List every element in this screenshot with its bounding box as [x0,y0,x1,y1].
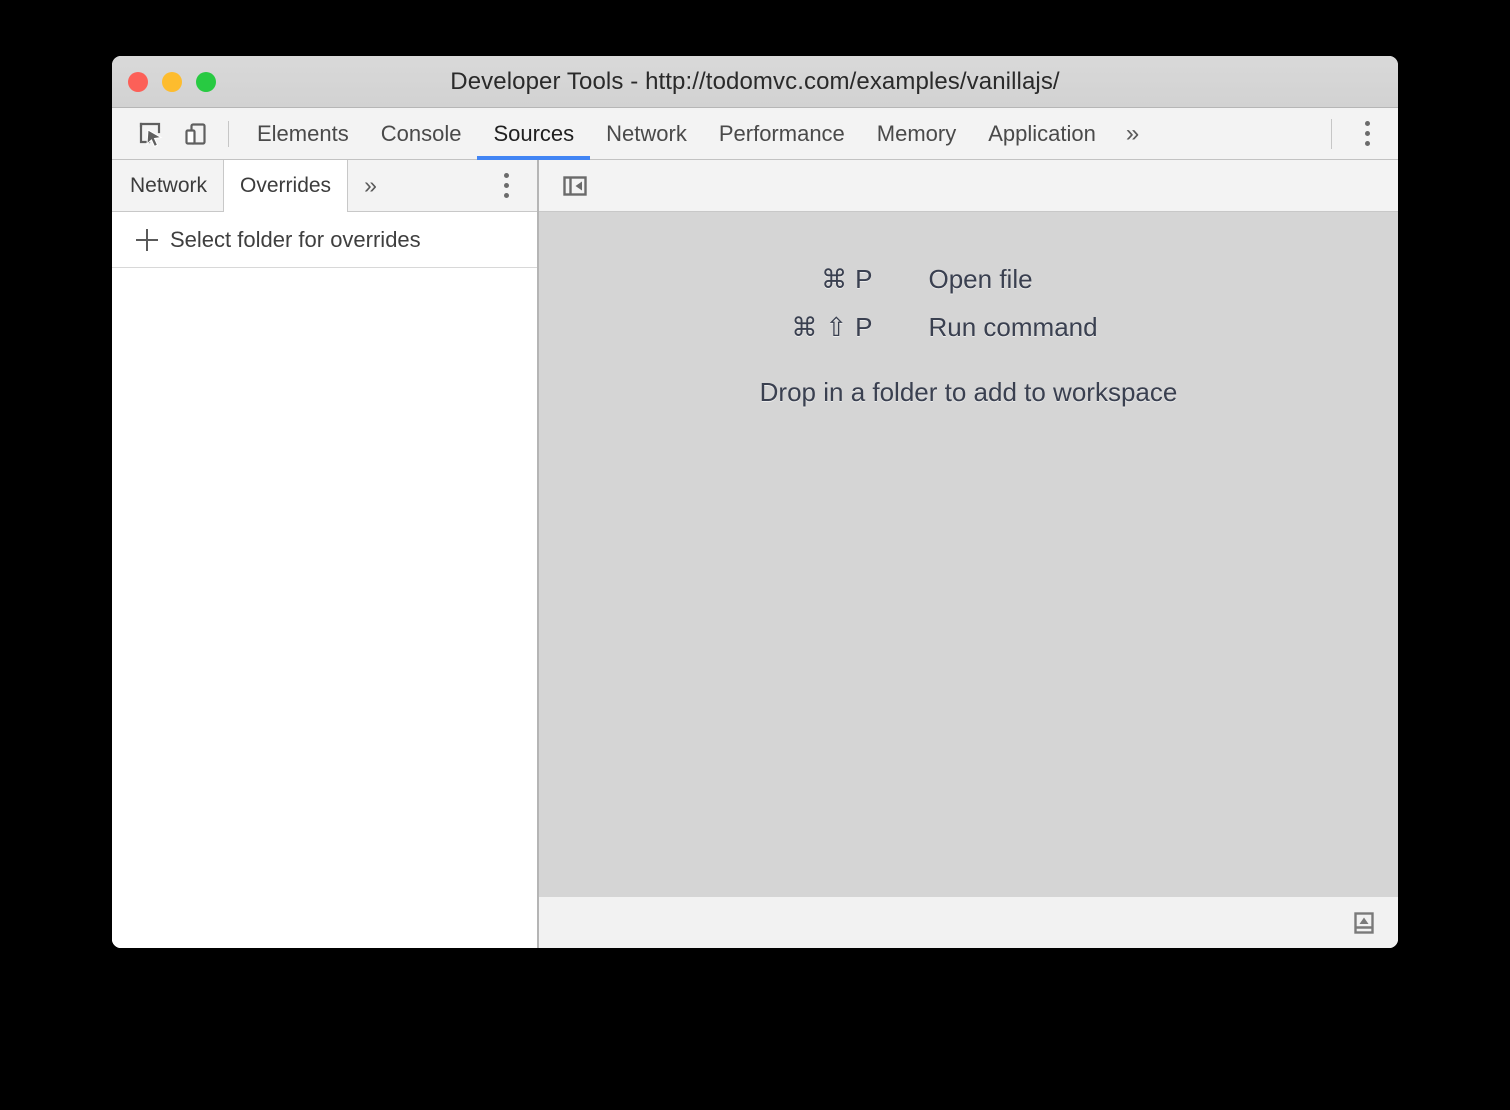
editor-toolbar [539,160,1398,212]
tab-elements[interactable]: Elements [241,108,365,160]
shortcut-run-command-keys: ⌘ ⇧ P [709,312,929,343]
shortcut-run-command: ⌘ ⇧ P Run command [539,312,1398,343]
shortcuts-hints: ⌘P Open file ⌘⇧P Run command Drop in a f… [539,264,1398,408]
sub-tab-network[interactable]: Network [114,160,223,211]
select-folder-label: Select folder for overrides [170,227,421,253]
editor-empty-state: ⌘P Open file ⌘⇧P Run command Drop in a f… [539,212,1398,897]
body-split: Network Overrides » Select folder for ov… [112,160,1398,948]
toolbar-divider [228,121,229,147]
traffic-lights [128,56,216,107]
show-drawer-icon[interactable] [1346,905,1382,941]
tab-application[interactable]: Application [972,108,1112,160]
device-toolbar-icon[interactable] [176,115,214,153]
sub-tab-overrides[interactable]: Overrides [223,160,348,212]
shortcut-open-file-label: Open file [929,264,1229,295]
navigator-file-list [112,268,537,948]
more-tabs-chevron-icon[interactable]: » [1112,108,1153,160]
minimize-window-button[interactable] [162,72,182,92]
main-tab-bar-right [1331,114,1398,154]
inspect-element-icon[interactable] [132,115,170,153]
devtools-window: Developer Tools - http://todomvc.com/exa… [112,56,1398,948]
navigator-sub-tab-bar: Network Overrides » [112,160,537,212]
tab-network[interactable]: Network [590,108,703,160]
maximize-window-button[interactable] [196,72,216,92]
shift-key-glyph: ⇧ [825,312,847,342]
title-bar: Developer Tools - http://todomvc.com/exa… [112,56,1398,108]
main-menu-kebab-icon[interactable] [1350,114,1384,154]
window-title: Developer Tools - http://todomvc.com/exa… [112,68,1398,96]
p-key-glyph: P [855,312,872,342]
shortcut-open-file: ⌘P Open file [539,264,1398,295]
navigator-pane: Network Overrides » Select folder for ov… [112,160,539,948]
tab-console[interactable]: Console [365,108,478,160]
tab-performance[interactable]: Performance [703,108,861,160]
drop-folder-hint: Drop in a folder to add to workspace [760,377,1178,408]
p-key-glyph: P [855,264,872,294]
more-sub-tabs-chevron-icon[interactable]: » [348,160,393,211]
select-folder-for-overrides-button[interactable]: Select folder for overrides [112,212,537,268]
editor-status-bar [539,897,1398,948]
command-key-glyph: ⌘ [821,264,847,294]
plus-icon [136,229,158,251]
navigator-sub-tab-bar-right [489,160,537,211]
tab-memory[interactable]: Memory [861,108,972,160]
shortcut-open-file-keys: ⌘P [709,264,929,295]
toolbar-divider-right [1331,119,1332,149]
editor-pane: ⌘P Open file ⌘⇧P Run command Drop in a f… [539,160,1398,948]
main-tab-bar: Elements Console Sources Network Perform… [112,108,1398,160]
tab-sources[interactable]: Sources [477,108,590,160]
navigator-menu-kebab-icon[interactable] [489,166,523,206]
shortcut-run-command-label: Run command [929,312,1229,343]
close-window-button[interactable] [128,72,148,92]
show-navigator-icon[interactable] [557,168,593,204]
command-key-glyph: ⌘ [791,312,817,342]
